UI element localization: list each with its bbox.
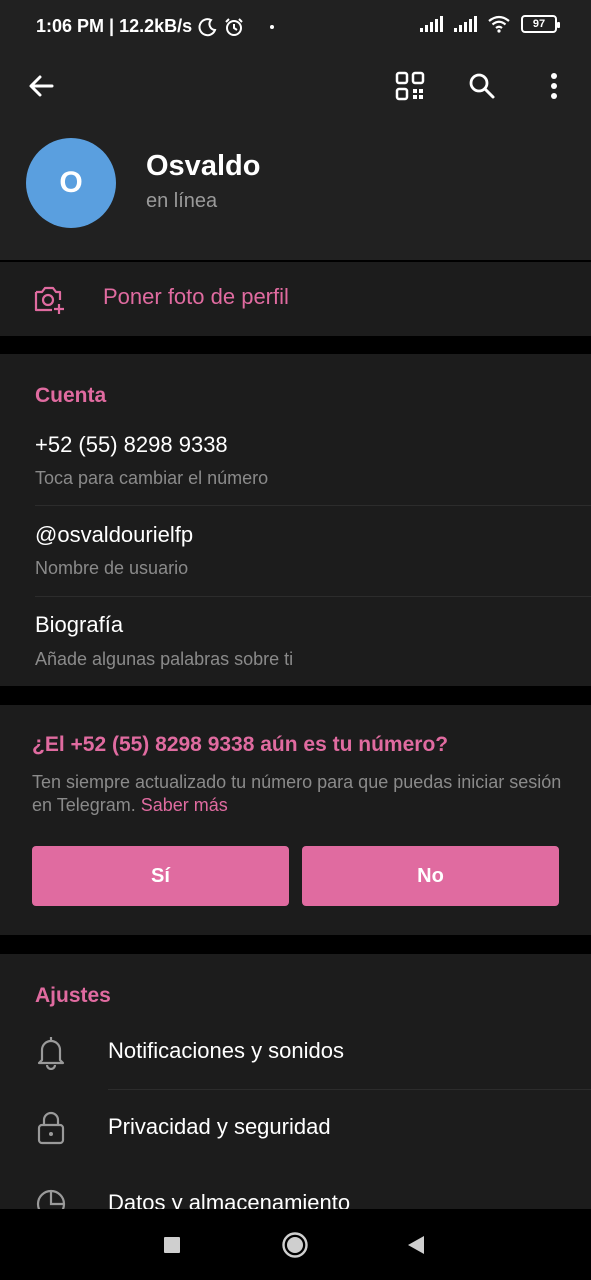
settings-item-label: Notificaciones y sonidos	[108, 1038, 345, 1063]
more-options-button[interactable]	[532, 64, 576, 108]
recents-button[interactable]	[154, 1227, 190, 1263]
qr-code-button[interactable]	[388, 64, 432, 108]
signal-icon-2	[454, 16, 477, 32]
profile-header: 1:06 PM | 12.2kB/s 97 O Osvaldo en línea	[0, 0, 591, 260]
bio-row[interactable]: Biografía Añade algunas palabras sobre t…	[0, 597, 591, 686]
search-icon	[469, 73, 495, 99]
do-not-disturb-icon	[198, 17, 217, 36]
lock-icon	[37, 1111, 65, 1145]
system-navigation-bar	[0, 1209, 591, 1280]
camera-add-icon	[34, 286, 64, 314]
settings-item-privacy[interactable]: Privacidad y seguridad	[0, 1090, 591, 1166]
suggestion-body: Ten siempre actualizado tu número para q…	[32, 772, 562, 815]
back-button[interactable]	[19, 64, 63, 108]
more-vertical-icon	[551, 73, 557, 99]
username: @osvaldourielfp	[35, 522, 194, 547]
settings-section: Ajustes Notificaciones y sonidos Privaci…	[0, 954, 591, 1219]
status-bar: 1:06 PM | 12.2kB/s 97	[0, 0, 591, 56]
settings-item-notifications[interactable]: Notificaciones y sonidos	[0, 1014, 591, 1090]
settings-item-label: Privacidad y seguridad	[108, 1114, 331, 1139]
toolbar	[0, 56, 591, 116]
no-button[interactable]: No	[302, 846, 559, 906]
username-row[interactable]: @osvaldourielfp Nombre de usuario	[0, 506, 591, 596]
bell-icon	[37, 1037, 65, 1070]
notification-dot-icon	[270, 24, 275, 29]
account-section: Cuenta +52 (55) 8298 9338 Toca para camb…	[0, 354, 591, 686]
signal-icon	[420, 16, 443, 32]
bio-hint: Añade algunas palabras sobre ti	[35, 649, 294, 669]
suggestion-text: Ten siempre actualizado tu número para q…	[32, 771, 562, 817]
home-button[interactable]	[277, 1227, 313, 1263]
back-nav-button[interactable]	[398, 1227, 434, 1263]
username-hint: Nombre de usuario	[35, 558, 189, 578]
search-button[interactable]	[460, 64, 504, 108]
account-title: Cuenta	[35, 384, 107, 407]
settings-title: Ajustes	[35, 984, 111, 1007]
yes-button[interactable]: Sí	[32, 846, 289, 906]
profile-status: en línea	[146, 190, 218, 212]
telegram-settings-screen: 1:06 PM | 12.2kB/s 97 O Osvaldo en línea…	[0, 0, 591, 1280]
home-circle-icon	[282, 1232, 308, 1258]
learn-more-link[interactable]: Saber más	[141, 795, 228, 815]
set-profile-photo-row[interactable]: Poner foto de perfil	[0, 262, 591, 336]
triangle-back-icon	[408, 1236, 424, 1254]
bio-label: Biografía	[35, 612, 124, 637]
set-profile-photo-label: Poner foto de perfil	[103, 284, 289, 309]
alarm-icon	[225, 17, 243, 36]
square-icon	[164, 1237, 180, 1253]
status-time-speed: 1:06 PM | 12.2kB/s	[36, 16, 193, 36]
phone-number: +52 (55) 8298 9338	[35, 432, 228, 457]
profile-name: Osvaldo	[146, 150, 261, 182]
phone-row[interactable]: +52 (55) 8298 9338 Toca para cambiar el …	[0, 416, 591, 504]
phone-suggestion-section: ¿El +52 (55) 8298 9338 aún es tu número?…	[0, 705, 591, 935]
suggestion-title: ¿El +52 (55) 8298 9338 aún es tu número?	[32, 733, 449, 756]
phone-hint: Toca para cambiar el número	[35, 468, 269, 488]
arrow-left-icon	[29, 75, 54, 97]
qr-code-icon	[395, 71, 425, 101]
wifi-icon	[488, 15, 510, 33]
avatar[interactable]: O	[26, 138, 116, 228]
battery-icon: 97	[521, 15, 560, 33]
